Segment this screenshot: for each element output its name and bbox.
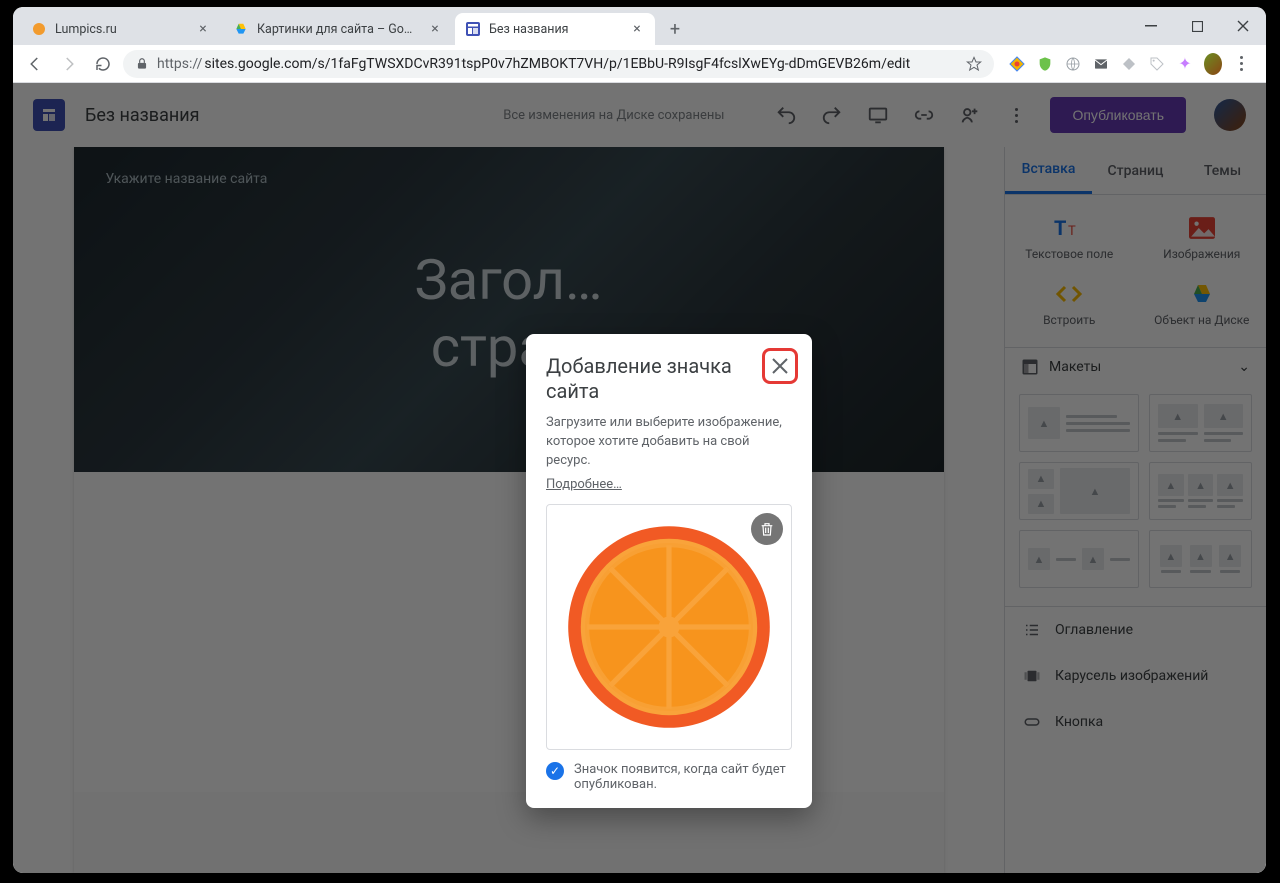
delete-favicon-button[interactable]	[751, 513, 783, 545]
trash-icon	[759, 521, 775, 537]
maximize-icon[interactable]	[1174, 7, 1220, 45]
note-text: Значок появится, когда сайт будет опубли…	[574, 762, 792, 792]
favicon-preview	[546, 504, 792, 750]
browser-tab-drive[interactable]: Картинки для сайта – Google Д… ×	[223, 13, 453, 45]
extension-icons: ✦	[1000, 55, 1258, 73]
url-text: sites.google.com/s/1faFgTWSXDCvR391tspP0…	[204, 56, 910, 72]
menu-icon[interactable]	[1232, 55, 1250, 73]
tab-strip: Lumpics.ru × Картинки для сайта – Google…	[13, 7, 1266, 45]
shield-icon[interactable]	[1036, 55, 1054, 73]
add-favicon-dialog: Добавление значка сайта Загрузите или вы…	[526, 334, 812, 808]
profile-avatar[interactable]	[1204, 55, 1222, 73]
ext-icon[interactable]	[1008, 55, 1026, 73]
app-area: Без названия Все изменения на Диске сохр…	[13, 83, 1266, 873]
url-protocol: https://	[157, 56, 202, 72]
mail-icon[interactable]	[1092, 55, 1110, 73]
browser-tab-lumpics[interactable]: Lumpics.ru ×	[21, 13, 221, 45]
check-icon: ✓	[546, 762, 564, 780]
orange-slice-icon	[564, 522, 774, 732]
tag-icon[interactable]	[1148, 55, 1166, 73]
dialog-description: Загрузите или выберите изображение, кото…	[546, 414, 792, 471]
window-controls	[1128, 7, 1266, 45]
globe-icon[interactable]	[1064, 55, 1082, 73]
close-icon	[771, 357, 789, 375]
lock-icon	[135, 57, 149, 71]
tab-label: Lumpics.ru	[55, 22, 187, 37]
reload-icon[interactable]	[89, 50, 117, 78]
learn-more-link[interactable]: Подробнее…	[546, 477, 622, 492]
drive-icon	[233, 21, 249, 37]
tab-label: Без названия	[489, 22, 621, 37]
close-tab-icon[interactable]: ×	[195, 21, 211, 37]
close-tab-icon[interactable]: ×	[629, 21, 645, 37]
address-bar[interactable]: https://sites.google.com/s/1faFgTWSXDCvR…	[123, 50, 994, 78]
sites-icon	[465, 21, 481, 37]
back-icon[interactable]	[21, 50, 49, 78]
browser-window: Lumpics.ru × Картинки для сайта – Google…	[13, 7, 1266, 873]
close-tab-icon[interactable]: ×	[427, 21, 443, 37]
new-tab-button[interactable]: +	[661, 15, 689, 43]
forward-icon[interactable]	[55, 50, 83, 78]
star-icon[interactable]	[966, 56, 982, 72]
close-window-icon[interactable]	[1220, 7, 1266, 45]
spark-icon[interactable]: ✦	[1176, 55, 1194, 73]
dialog-note: ✓ Значок появится, когда сайт будет опуб…	[546, 762, 792, 792]
close-dialog-button[interactable]	[762, 348, 798, 384]
minimize-icon[interactable]	[1128, 7, 1174, 45]
browser-toolbar: https://sites.google.com/s/1faFgTWSXDCvR…	[13, 45, 1266, 83]
browser-tab-sites[interactable]: Без названия ×	[455, 13, 655, 45]
dialog-title: Добавление значка сайта	[546, 354, 792, 404]
orange-dot-icon	[31, 21, 47, 37]
tab-label: Картинки для сайта – Google Д…	[257, 22, 419, 37]
diamond-icon[interactable]	[1120, 55, 1138, 73]
